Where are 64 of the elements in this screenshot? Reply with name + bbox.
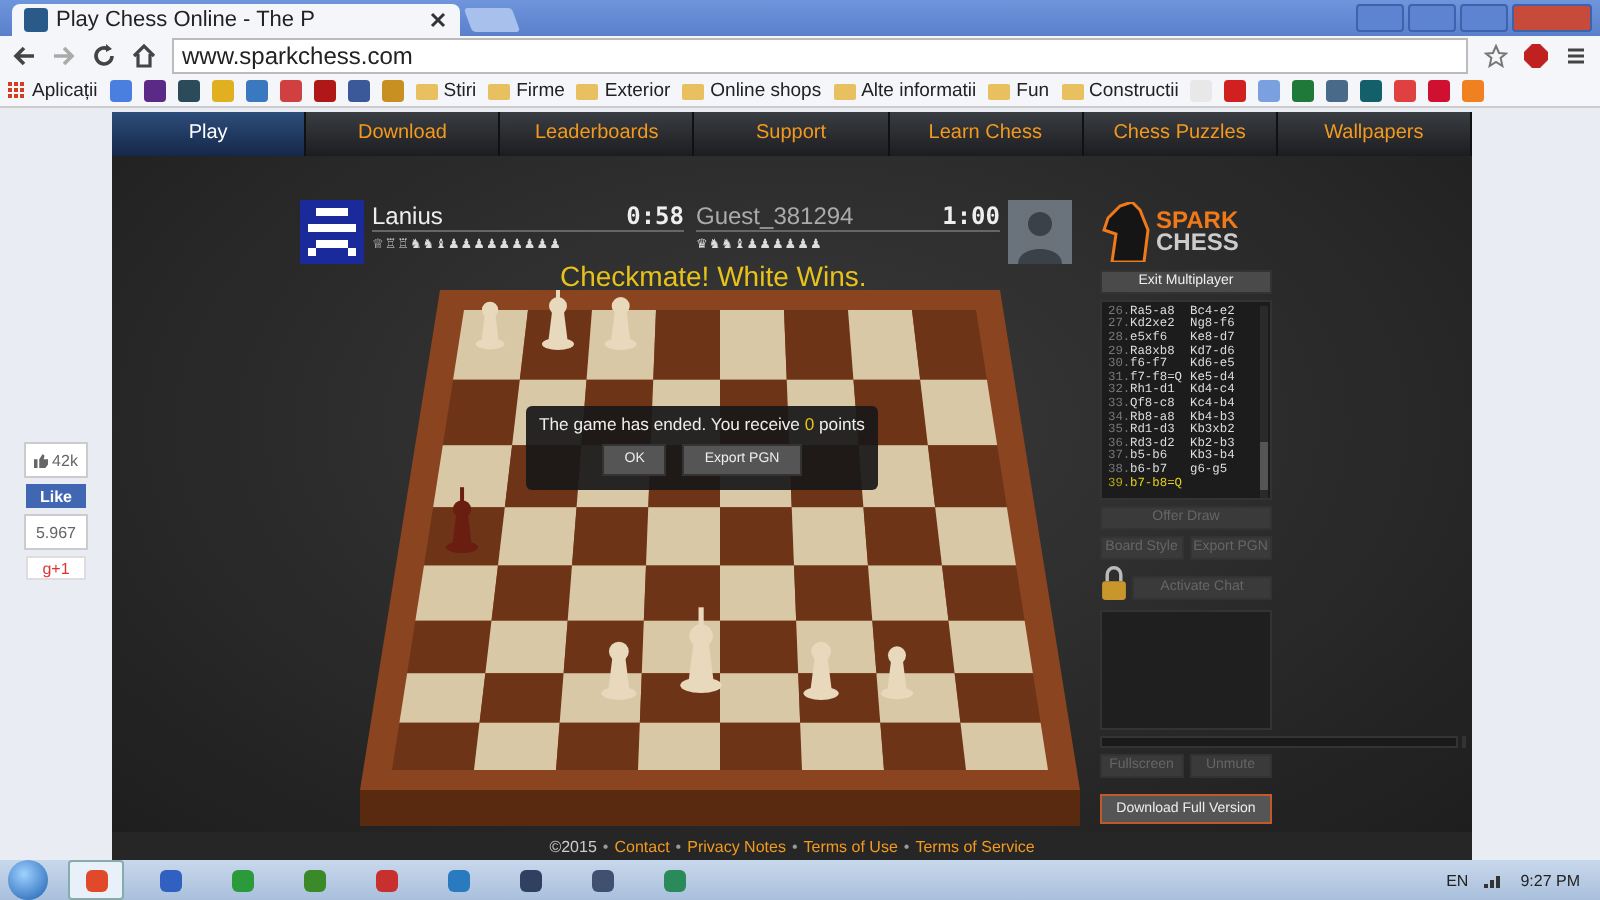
bookmark-icon[interactable] bbox=[1360, 80, 1383, 102]
bookmark-icon[interactable] bbox=[347, 80, 370, 102]
site-favicon-icon bbox=[24, 8, 48, 32]
bookmark-icon[interactable] bbox=[1224, 80, 1247, 102]
game-result-text: Checkmate! White Wins. bbox=[560, 261, 869, 290]
like-button[interactable]: Like bbox=[26, 484, 86, 508]
forward-arrow-icon[interactable] bbox=[52, 44, 76, 68]
bookmark-item[interactable]: Aplicații bbox=[8, 80, 98, 102]
menu-icon[interactable] bbox=[1564, 44, 1588, 68]
player-clock: 1:00 bbox=[942, 201, 1000, 230]
chat-input-field[interactable] bbox=[1100, 735, 1458, 748]
close-icon[interactable] bbox=[428, 10, 448, 30]
thumbs-up-icon bbox=[34, 453, 49, 467]
bookmark-icon[interactable] bbox=[279, 80, 302, 102]
share-count: 5.967 bbox=[24, 514, 88, 550]
bookmark-folder[interactable]: Online shops bbox=[682, 80, 822, 102]
bookmark-icon[interactable] bbox=[245, 80, 268, 102]
language-indicator[interactable]: EN bbox=[1446, 871, 1469, 889]
clock-text[interactable]: 9:27 PM bbox=[1520, 871, 1580, 889]
taskbar-app[interactable] bbox=[68, 860, 124, 900]
back-arrow-icon[interactable] bbox=[12, 44, 36, 68]
footer-separator: • bbox=[675, 837, 682, 856]
dialog-message: The game has ended. You receive 0 points bbox=[539, 413, 865, 434]
footer-link[interactable]: Privacy Notes bbox=[687, 837, 786, 856]
google-plus-button[interactable]: g+1 bbox=[26, 556, 86, 580]
bookmark-icon[interactable] bbox=[1326, 80, 1349, 102]
copyright-text: ©2015 bbox=[549, 837, 597, 856]
bookmark-icon[interactable] bbox=[1428, 80, 1451, 102]
browser-tab[interactable]: Play Chess Online - The P bbox=[12, 4, 460, 36]
bookmark-icon[interactable] bbox=[143, 80, 166, 102]
footer-separator: • bbox=[903, 837, 910, 856]
bookmark-icon[interactable] bbox=[313, 80, 336, 102]
player-name: Guest_381294 bbox=[696, 201, 854, 230]
footer-separator: • bbox=[791, 837, 798, 856]
adblock-icon[interactable] bbox=[1524, 44, 1548, 68]
player-name: Lanius bbox=[372, 201, 443, 230]
footer-link[interactable]: Contact bbox=[614, 837, 670, 856]
like-count: 42k bbox=[24, 442, 88, 478]
horse-head-icon bbox=[1100, 201, 1152, 262]
bookmark-folder[interactable]: Fun bbox=[988, 80, 1050, 102]
nav-tab[interactable]: Play bbox=[112, 112, 307, 156]
reload-icon[interactable] bbox=[92, 44, 116, 68]
logo-text: SPARK bbox=[1156, 209, 1239, 232]
signal-icon[interactable] bbox=[1484, 872, 1505, 888]
bookmark-icon[interactable] bbox=[1394, 80, 1417, 102]
player-clock: 0:58 bbox=[626, 201, 684, 230]
pixel-avatar-icon bbox=[300, 199, 364, 264]
start-button[interactable] bbox=[8, 860, 48, 900]
footer-link[interactable]: Terms of Use bbox=[803, 837, 898, 856]
footer-link[interactable]: Terms of Service bbox=[915, 837, 1035, 856]
avatar-silhouette-icon bbox=[1008, 199, 1072, 264]
bookmark-folder[interactable]: Stiri bbox=[415, 80, 477, 102]
bookmark-folder[interactable]: Exterior bbox=[576, 80, 671, 102]
bookmark-icon[interactable] bbox=[177, 80, 200, 102]
bookmark-folder[interactable]: Firme bbox=[488, 80, 565, 102]
bookmark-folder[interactable]: Alte informatii bbox=[833, 80, 977, 102]
address-bar[interactable]: www.sparkchess.com bbox=[172, 38, 1468, 74]
logo-text: CHESS bbox=[1156, 231, 1239, 254]
bookmark-icon[interactable] bbox=[1292, 80, 1315, 102]
home-icon[interactable] bbox=[132, 44, 156, 68]
new-tab-button[interactable] bbox=[463, 8, 521, 32]
star-icon[interactable] bbox=[1484, 44, 1508, 68]
bookmark-folder[interactable]: Constructii bbox=[1061, 80, 1179, 102]
footer-separator: • bbox=[602, 837, 609, 856]
